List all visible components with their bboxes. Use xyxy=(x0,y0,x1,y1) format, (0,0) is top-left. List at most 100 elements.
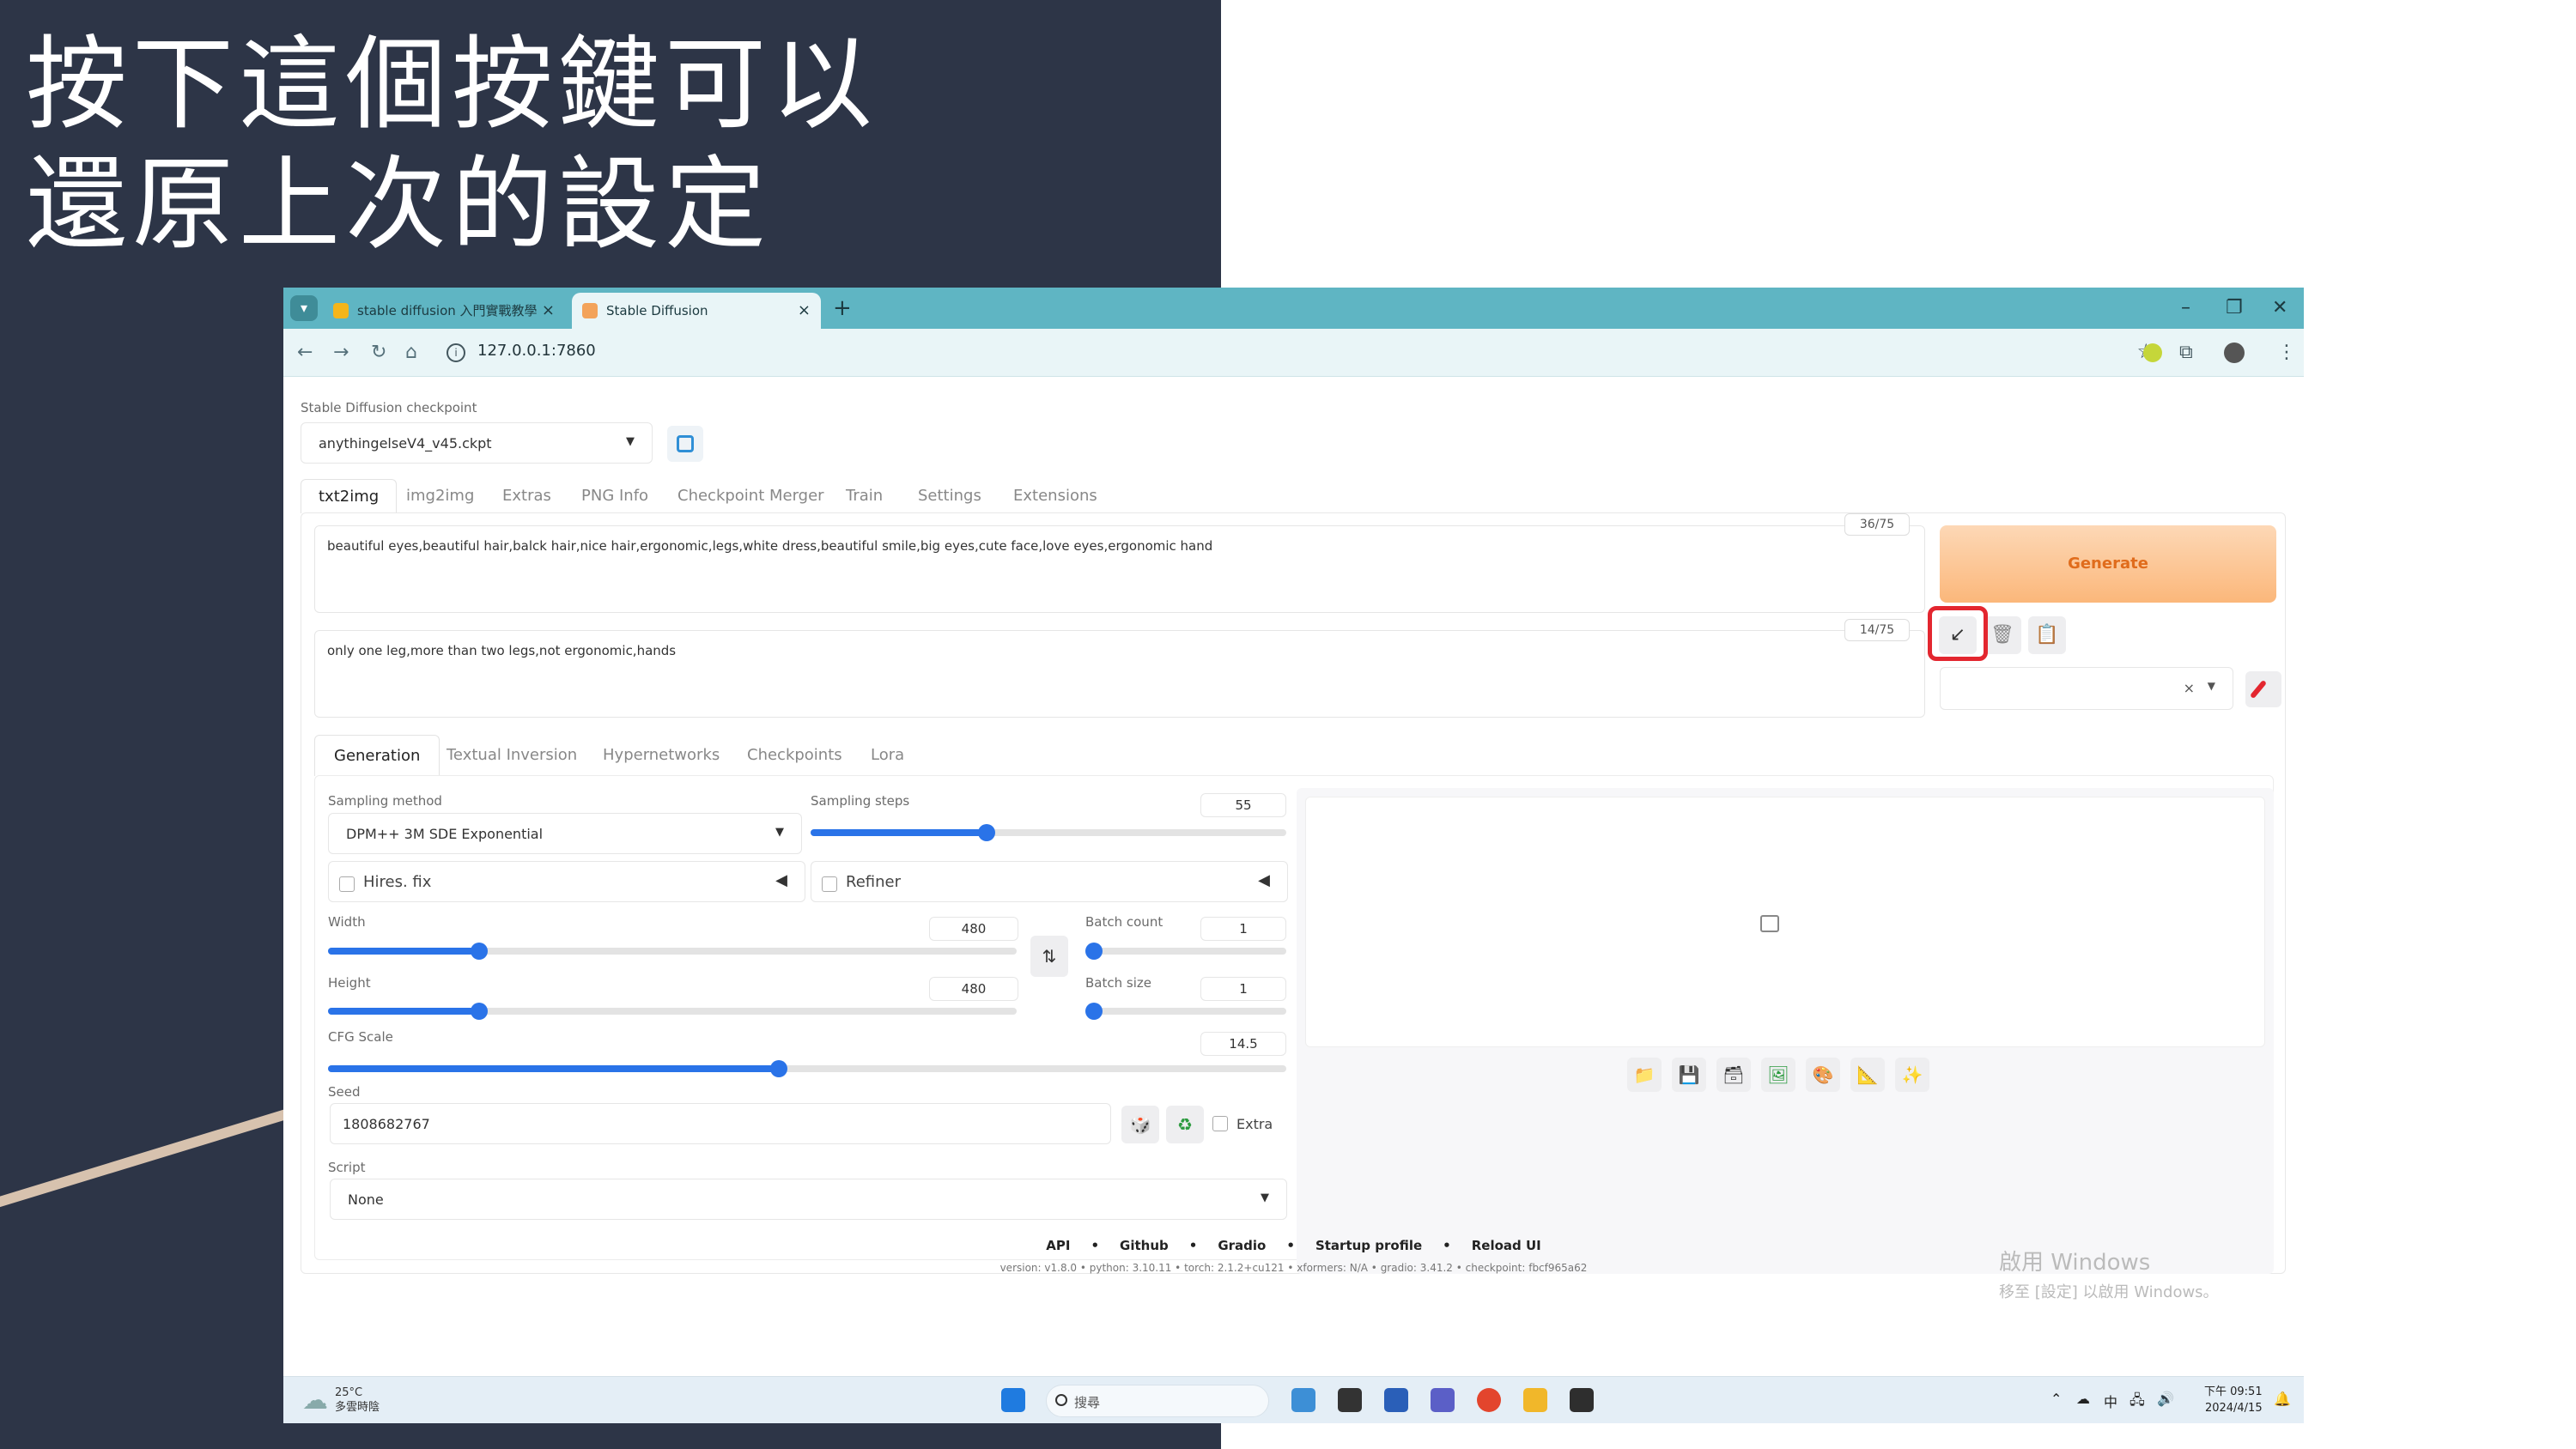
batch-count-input[interactable]: 1 xyxy=(1200,917,1286,941)
hires-fix-accordion[interactable]: Hires. fix ◀ xyxy=(328,861,805,902)
close-tab-icon[interactable]: × xyxy=(542,293,555,329)
network-icon[interactable]: 🖧 xyxy=(2129,1391,2145,1414)
chrome-icon[interactable] xyxy=(1477,1388,1501,1412)
send-to-inpaint-icon[interactable]: 🎨 xyxy=(1806,1058,1840,1092)
subtab-textual-inversion[interactable]: Textual Inversion xyxy=(447,735,577,776)
trash-icon[interactable]: 🗑 xyxy=(1984,616,2021,654)
close-tab-icon[interactable]: × xyxy=(798,293,811,329)
new-tab-icon[interactable]: + xyxy=(833,294,852,322)
file-explorer-icon[interactable] xyxy=(1523,1388,1547,1412)
slider-knob[interactable] xyxy=(1085,1003,1103,1020)
minimize-icon[interactable]: – xyxy=(2181,294,2190,322)
script-dropdown[interactable]: None ▼ xyxy=(330,1179,1287,1220)
site-info-icon[interactable]: i xyxy=(447,343,465,362)
footer-link-github[interactable]: Github xyxy=(1120,1238,1169,1253)
prompt-textarea[interactable]: beautiful eyes,beautiful hair,balck hair… xyxy=(314,525,1925,613)
styles-dropdown[interactable]: × ▼ xyxy=(1940,667,2233,710)
footer-link-gradio[interactable]: Gradio xyxy=(1218,1238,1266,1253)
send-to-extras-icon[interactable]: 📐 xyxy=(1850,1058,1885,1092)
restore-icon[interactable]: ❐ xyxy=(2226,294,2243,322)
terminal-icon[interactable] xyxy=(1570,1388,1594,1412)
weather-widget[interactable]: 25°C 多雲時陰 xyxy=(335,1385,380,1415)
back-icon[interactable]: ← xyxy=(297,339,313,367)
clipboard-icon[interactable]: 📋 xyxy=(2028,616,2066,654)
tray-chevron-up-icon[interactable]: ⌃ xyxy=(2050,1391,2062,1407)
height-input[interactable]: 480 xyxy=(929,977,1018,1001)
home-icon[interactable]: ⌂ xyxy=(405,339,417,367)
footer-link-api[interactable]: API xyxy=(1046,1238,1070,1253)
notification-bell-icon[interactable]: 🔔 xyxy=(2274,1391,2291,1407)
store-icon[interactable] xyxy=(1384,1388,1408,1412)
checkpoint-dropdown[interactable]: anythingelseV4_v45.ckpt ▼ xyxy=(301,422,653,464)
output-gallery[interactable] xyxy=(1305,797,2265,1047)
tab-extras[interactable]: Extras xyxy=(502,479,551,513)
omnibox[interactable]: i 127.0.0.1:7860 ☆ xyxy=(447,337,2155,368)
refiner-accordion[interactable]: Refiner ◀ xyxy=(811,861,1288,902)
slider-knob[interactable] xyxy=(769,1060,787,1077)
width-slider[interactable] xyxy=(328,943,1017,960)
profile-avatar-icon[interactable] xyxy=(2224,343,2245,363)
slider-knob[interactable] xyxy=(977,824,995,841)
start-windows-icon[interactable] xyxy=(1001,1388,1025,1412)
refiner-checkbox[interactable] xyxy=(822,876,837,892)
sampling-method-dropdown[interactable]: DPM++ 3M SDE Exponential ▼ xyxy=(328,813,802,854)
upscale-sparkle-icon[interactable]: ✨ xyxy=(1895,1058,1929,1092)
width-input[interactable]: 480 xyxy=(929,917,1018,941)
refresh-checkpoint-button[interactable] xyxy=(667,426,703,462)
open-folder-icon[interactable]: 📁 xyxy=(1627,1058,1662,1092)
copilot-icon[interactable] xyxy=(1291,1388,1315,1412)
seed-input[interactable]: 1808682767 xyxy=(330,1103,1111,1144)
zip-icon[interactable]: 🗃 xyxy=(1716,1058,1751,1092)
task-view-icon[interactable] xyxy=(1338,1388,1362,1412)
reuse-seed-recycle-icon[interactable]: ♻ xyxy=(1166,1106,1204,1143)
tab-tutorial[interactable]: stable diffusion 入門實戰教學 × xyxy=(323,293,565,329)
slider-knob[interactable] xyxy=(1085,943,1103,960)
batch-size-input[interactable]: 1 xyxy=(1200,977,1286,1001)
tab-checkpoint-merger[interactable]: Checkpoint Merger xyxy=(677,479,824,513)
tab-settings[interactable]: Settings xyxy=(918,479,981,513)
taskbar-search[interactable]: 搜尋 xyxy=(1046,1385,1269,1417)
tab-img2img[interactable]: img2img xyxy=(406,479,474,513)
subtab-lora[interactable]: Lora xyxy=(871,735,904,776)
ime-indicator[interactable]: 中 xyxy=(2104,1391,2117,1411)
extra-checkbox[interactable] xyxy=(1212,1116,1228,1131)
tab-stable-diffusion[interactable]: Stable Diffusion × xyxy=(572,293,821,329)
sampling-steps-slider[interactable] xyxy=(811,824,1286,841)
extension-icon[interactable] xyxy=(2143,343,2162,362)
reload-icon[interactable]: ↻ xyxy=(371,339,386,367)
batch-size-slider[interactable] xyxy=(1085,1003,1286,1020)
send-to-img2img-icon[interactable]: 🖼 xyxy=(1761,1058,1795,1092)
edit-styles-button[interactable] xyxy=(2245,671,2281,707)
teams-icon[interactable] xyxy=(1431,1388,1455,1412)
taskbar-clock[interactable]: 下午 09:51 2024/4/15 xyxy=(2204,1384,2263,1416)
subtab-checkpoints[interactable]: Checkpoints xyxy=(747,735,842,776)
swap-dimensions-button[interactable]: ⇅ xyxy=(1030,936,1068,977)
tab-png-info[interactable]: PNG Info xyxy=(581,479,648,513)
collapse-triangle-icon[interactable]: ◀ xyxy=(775,871,787,889)
sampling-steps-input[interactable]: 55 xyxy=(1200,793,1286,817)
cfg-scale-input[interactable]: 14.5 xyxy=(1200,1032,1286,1056)
tray-cloud-icon[interactable]: ☁ xyxy=(2076,1391,2090,1407)
footer-link-startup-profile[interactable]: Startup profile xyxy=(1315,1238,1422,1253)
footer-link-reload-ui[interactable]: Reload UI xyxy=(1472,1238,1541,1253)
puzzle-extensions-icon[interactable]: ⧉ xyxy=(2179,341,2193,365)
url-text[interactable]: 127.0.0.1:7860 xyxy=(477,342,596,360)
height-slider[interactable] xyxy=(328,1003,1017,1020)
volume-icon[interactable]: 🔊 xyxy=(2157,1391,2174,1407)
batch-count-slider[interactable] xyxy=(1085,943,1286,960)
forward-icon[interactable]: → xyxy=(333,339,349,367)
clear-styles-icon[interactable]: × xyxy=(2184,680,2195,696)
tab-train[interactable]: Train xyxy=(846,479,883,513)
cfg-scale-slider[interactable] xyxy=(328,1060,1286,1077)
collapse-triangle-icon[interactable]: ◀ xyxy=(1258,871,1270,889)
window-close-icon[interactable]: ✕ xyxy=(2272,294,2287,322)
weather-icon[interactable]: ☁ xyxy=(302,1385,328,1416)
tab-search-icon[interactable]: ▾ xyxy=(290,295,318,321)
subtab-generation[interactable]: Generation xyxy=(314,735,440,776)
save-icon[interactable]: 💾 xyxy=(1672,1058,1706,1092)
tab-extensions[interactable]: Extensions xyxy=(1013,479,1097,513)
hires-fix-checkbox[interactable] xyxy=(339,876,355,892)
generate-button[interactable]: Generate xyxy=(1940,525,2276,603)
subtab-hypernetworks[interactable]: Hypernetworks xyxy=(603,735,720,776)
tab-txt2img[interactable]: txt2img xyxy=(301,479,398,513)
